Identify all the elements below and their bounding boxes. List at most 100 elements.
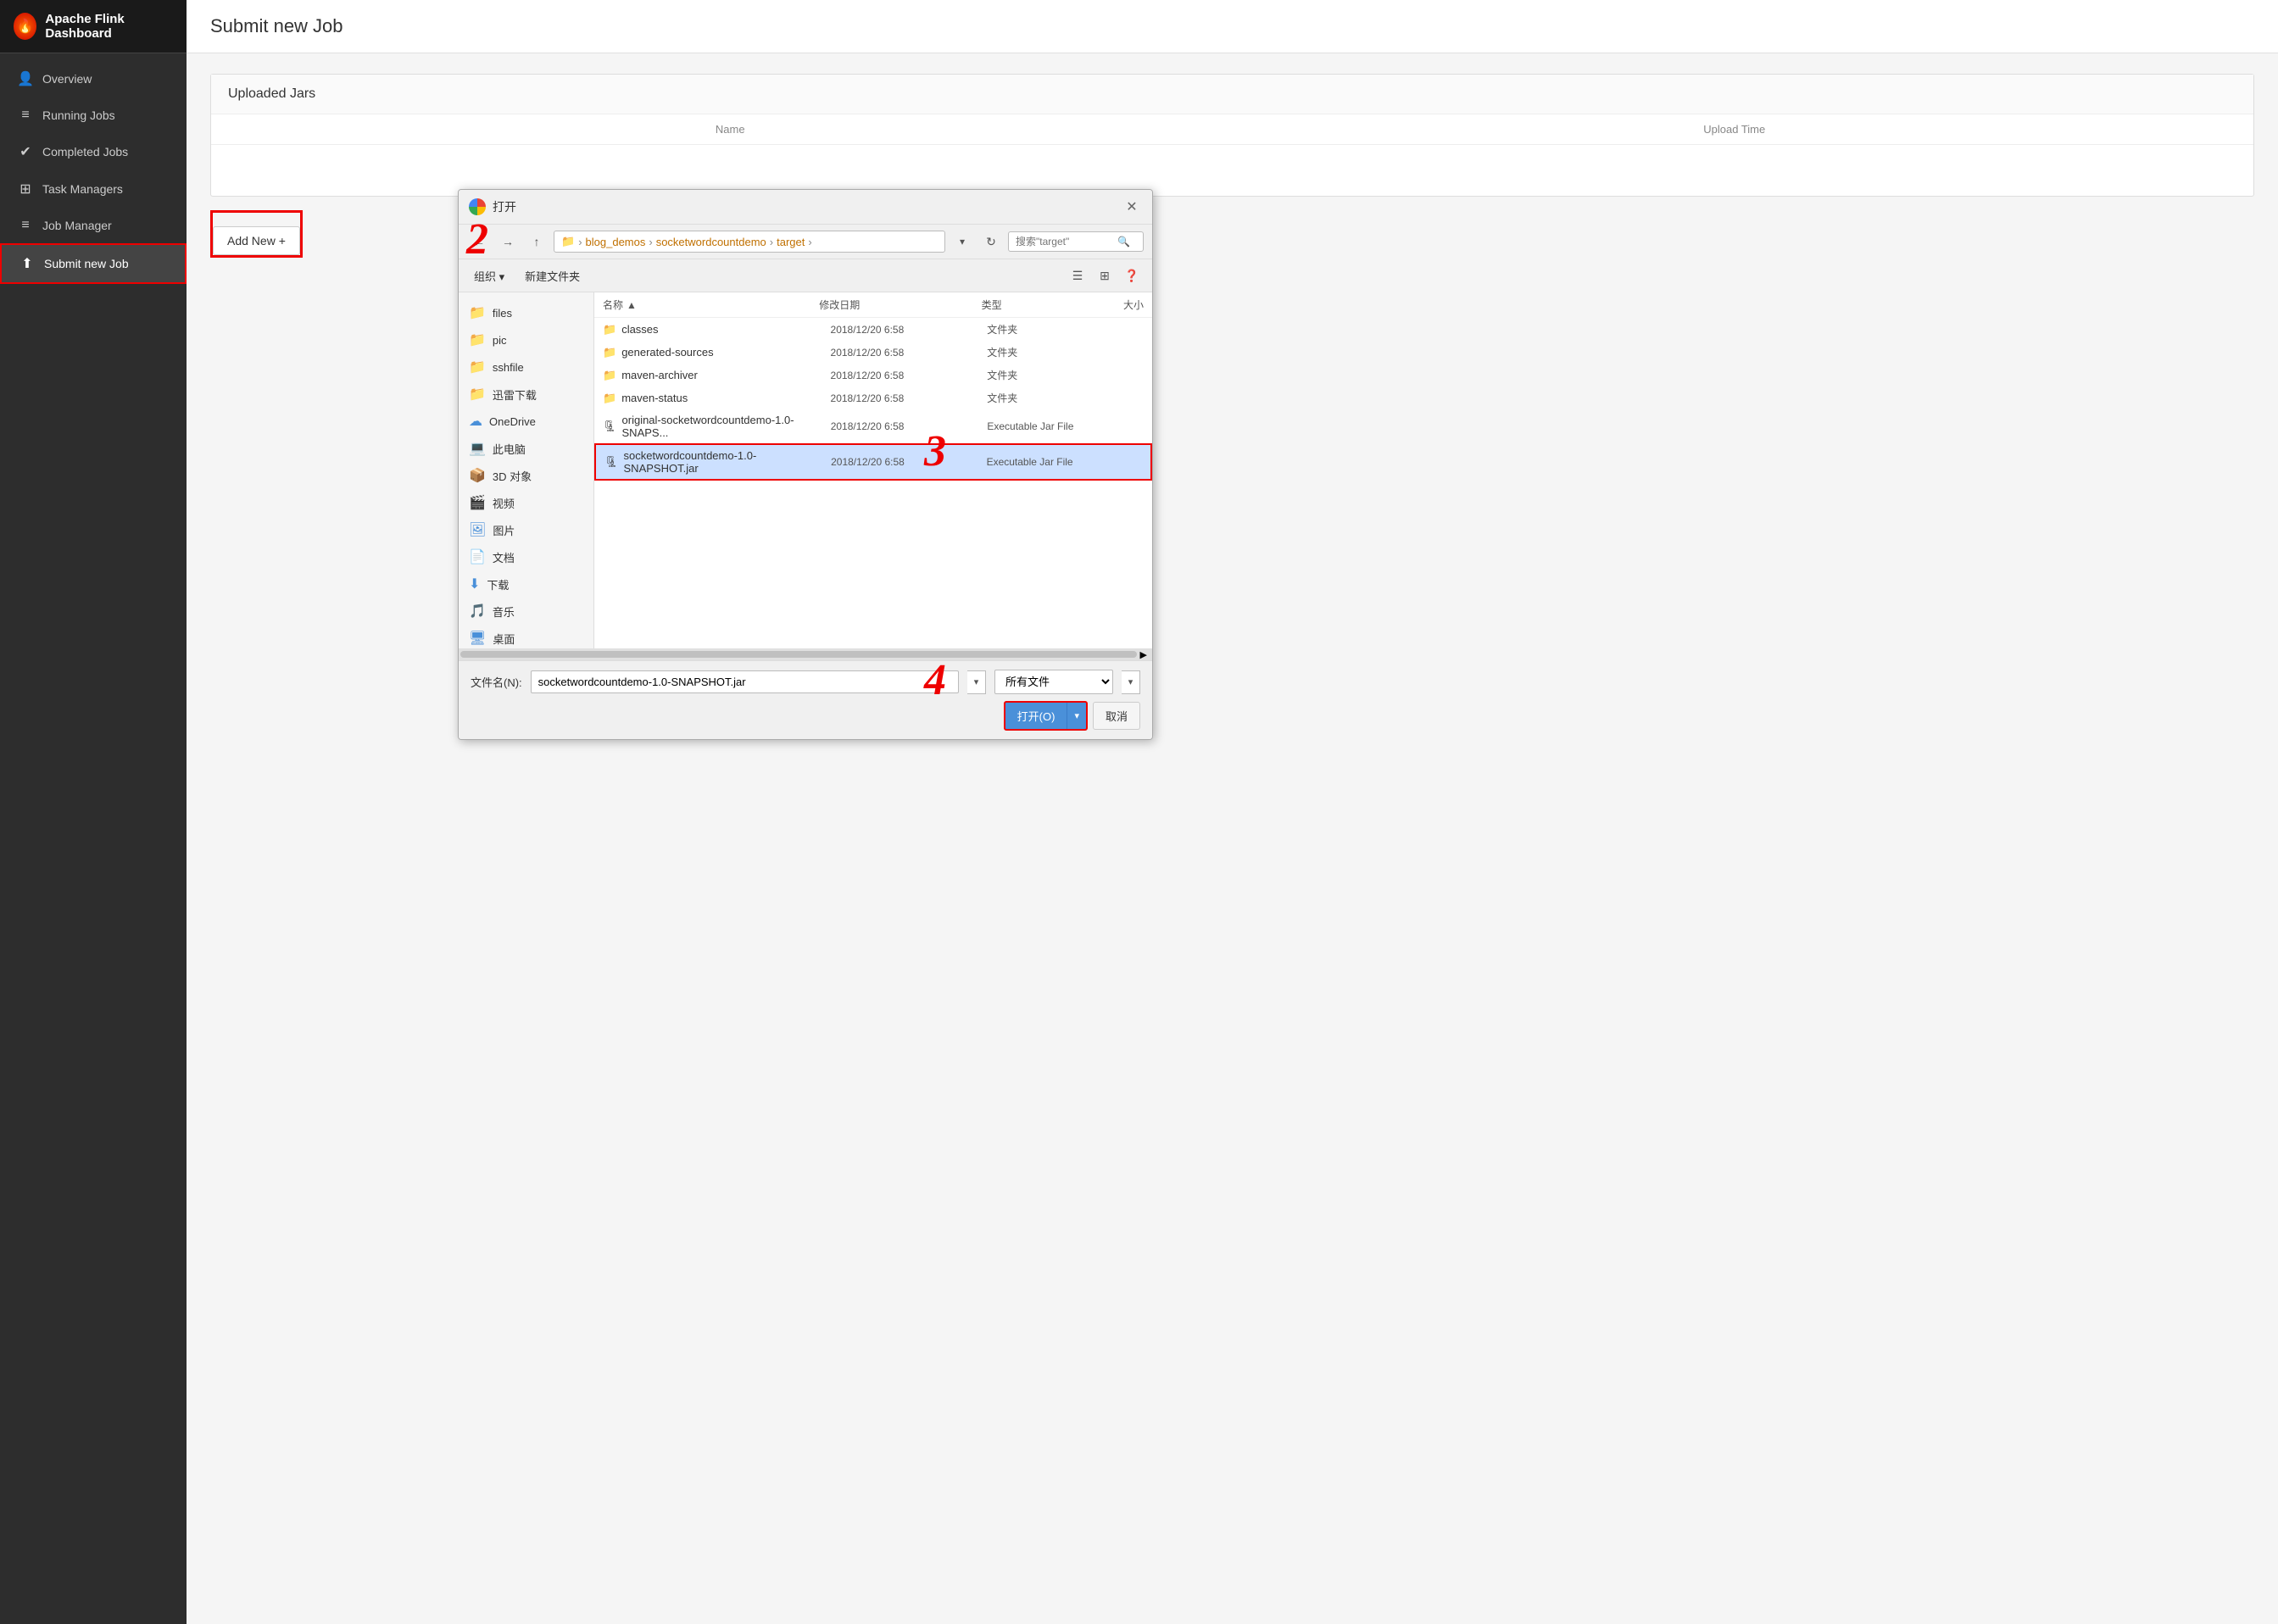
file-name-gen: generated-sources	[621, 346, 830, 359]
up-button[interactable]: ↑	[525, 230, 549, 253]
sidebar-pic2-label: 图片	[493, 522, 515, 538]
footer-action-buttons: 打开(O) ▾ 取消	[1004, 701, 1140, 731]
refresh-button[interactable]: ↻	[979, 230, 1003, 253]
sidebar-music-label: 音乐	[493, 603, 515, 620]
folder-classes-icon: 📁	[603, 323, 616, 336]
sidebar-doc[interactable]: 📄 文档	[459, 543, 593, 570]
sidebar-label-running-jobs: Running Jobs	[42, 108, 115, 122]
sidebar-pic-label: pic	[493, 334, 507, 347]
sidebar-download-label: 下载	[487, 576, 509, 592]
sidebar-nav: 👤 Overview ≡ Running Jobs ✔ Completed Jo…	[0, 53, 187, 1624]
scroll-right-btn[interactable]: ▶	[1137, 649, 1150, 660]
search-input[interactable]	[1016, 236, 1117, 247]
sidebar-pic2[interactable]: 🖼 图片	[459, 516, 593, 543]
open-button-label: 打开(O)	[1005, 703, 1068, 729]
filetype-select[interactable]: 所有文件	[994, 670, 1113, 694]
file-name-original-jar: original-socketwordcountdemo-1.0-SNAPS..…	[622, 414, 831, 439]
col-header-name[interactable]: 名称 ▲	[603, 298, 819, 312]
organize-button[interactable]: 组织 ▾	[467, 264, 511, 287]
filename-input[interactable]	[531, 670, 959, 693]
file-name-snapshot-jar: socketwordcountdemo-1.0-SNAPSHOT.jar	[624, 449, 832, 475]
folder-maven-status-icon: 📁	[603, 392, 616, 405]
file-row-maven-status[interactable]: 📁 maven-status 2018/12/20 6:58 文件夹	[594, 387, 1152, 409]
panel-body	[211, 145, 2253, 196]
sidebar-onedrive[interactable]: ☁ OneDrive	[459, 408, 593, 435]
running-jobs-icon: ≡	[17, 108, 34, 123]
dialog-footer: 文件名(N): ▾ 所有文件 ▾ 打开(O) ▾ 取消	[459, 660, 1152, 739]
sidebar-label-submit-job: Submit new Job	[44, 257, 129, 270]
dialog-title: 打开	[493, 198, 1122, 215]
sidebar-xunlei[interactable]: 📁 迅雷下载	[459, 381, 593, 408]
file-row-snapshot-jar[interactable]: 🗜 socketwordcountdemo-1.0-SNAPSHOT.jar 2…	[594, 443, 1152, 481]
folder-download-icon: ⬇	[469, 576, 480, 592]
sort-arrow: ▲	[627, 299, 637, 311]
sidebar-item-overview[interactable]: 👤 Overview	[0, 60, 187, 97]
file-row-gen-sources[interactable]: 📁 generated-sources 2018/12/20 6:58 文件夹	[594, 341, 1152, 364]
file-type-maven-archiver: 文件夹	[987, 368, 1091, 382]
app-title: Apache Flink Dashboard	[45, 12, 173, 41]
col-header-date: 修改日期	[819, 298, 981, 312]
dialog-close-button[interactable]: ✕	[1122, 197, 1142, 217]
uploaded-jars-panel: Uploaded Jars Name Upload Time	[210, 74, 2254, 197]
view-tiles-button[interactable]: ⊞	[1093, 264, 1117, 287]
chrome-icon	[469, 198, 486, 215]
sidebar-3d[interactable]: 📦 3D 对象	[459, 462, 593, 489]
view-list-button[interactable]: ☰	[1066, 264, 1089, 287]
filetype-dropdown-btn[interactable]: ▾	[1122, 670, 1140, 694]
sidebar-sshfile-label: sshfile	[493, 361, 524, 374]
sidebar-item-submit-job[interactable]: ⬆ Submit new Job	[0, 243, 187, 284]
sidebar-desktop[interactable]: 🖥 桌面	[459, 625, 593, 648]
file-row-maven-archiver[interactable]: 📁 maven-archiver 2018/12/20 6:58 文件夹	[594, 364, 1152, 387]
folder-pic2-icon: 🖼	[469, 521, 486, 538]
sidebar-label-task-managers: Task Managers	[42, 182, 123, 196]
path-part-1: blog_demos	[586, 236, 646, 248]
sidebar-sshfile[interactable]: 📁 sshfile	[459, 353, 593, 381]
open-dropdown-arrow[interactable]: ▾	[1067, 705, 1086, 726]
file-type-classes: 文件夹	[987, 322, 1091, 336]
sidebar-item-completed-jobs[interactable]: ✔ Completed Jobs	[0, 133, 187, 170]
file-date-original-jar: 2018/12/20 6:58	[831, 420, 988, 432]
sidebar-desktop-label: 桌面	[493, 631, 515, 647]
sidebar-thispc[interactable]: 💻 此电脑	[459, 435, 593, 462]
path-dropdown-button[interactable]: ▾	[950, 230, 974, 253]
dialog-toolbar: 组织 ▾ 新建文件夹 ☰ ⊞ ❓	[459, 259, 1152, 292]
help-button[interactable]: ❓	[1120, 264, 1144, 287]
sidebar-files[interactable]: 📁 files	[459, 299, 593, 326]
sidebar-item-job-manager[interactable]: ≡ Job Manager	[0, 208, 187, 243]
folder-music-icon: 🎵	[469, 603, 486, 620]
cancel-button[interactable]: 取消	[1093, 702, 1140, 730]
sidebar-music[interactable]: 🎵 音乐	[459, 598, 593, 625]
forward-button[interactable]: →	[496, 230, 520, 253]
col-header-size: 大小	[1089, 298, 1144, 312]
sidebar-download[interactable]: ⬇ 下载	[459, 570, 593, 598]
sidebar-pic[interactable]: 📁 pic	[459, 326, 593, 353]
page-title: Submit new Job	[187, 0, 2278, 53]
folder-gen-icon: 📁	[603, 346, 616, 359]
dialog-titlebar: 打开 ✕	[459, 190, 1152, 225]
file-date-maven-archiver: 2018/12/20 6:58	[831, 370, 988, 381]
file-type-gen: 文件夹	[987, 345, 1091, 359]
task-managers-icon: ⊞	[17, 181, 34, 197]
sidebar-item-task-managers[interactable]: ⊞ Task Managers	[0, 170, 187, 208]
file-row-original-jar[interactable]: 🗜 original-socketwordcountdemo-1.0-SNAPS…	[594, 409, 1152, 443]
path-part-3: target	[777, 236, 805, 248]
sidebar-label-completed-jobs: Completed Jobs	[42, 145, 128, 159]
completed-jobs-icon: ✔	[17, 143, 34, 160]
add-new-container: Add New +	[210, 210, 303, 258]
back-button[interactable]: ←	[467, 230, 491, 253]
file-row-classes[interactable]: 📁 classes 2018/12/20 6:58 文件夹	[594, 318, 1152, 341]
sidebar-video[interactable]: 🎬 视频	[459, 489, 593, 516]
filename-dropdown-btn[interactable]: ▾	[967, 670, 986, 694]
add-new-button[interactable]: Add New +	[213, 226, 300, 255]
footer-filename-row: 文件名(N): ▾ 所有文件 ▾	[471, 670, 1140, 694]
submit-job-icon: ⬆	[19, 255, 36, 272]
open-button-group[interactable]: 打开(O) ▾	[1004, 701, 1088, 731]
file-date-gen: 2018/12/20 6:58	[831, 347, 988, 359]
dialog-filelist: 名称 ▲ 修改日期 类型 大小 📁 classes 2018/12/20 6:5…	[594, 292, 1152, 648]
horizontal-scrollbar[interactable]: ▶	[459, 648, 1152, 660]
new-folder-button[interactable]: 新建文件夹	[518, 264, 587, 287]
file-name-classes: classes	[621, 323, 830, 336]
folder-maven-archiver-icon: 📁	[603, 369, 616, 382]
sidebar-item-running-jobs[interactable]: ≡ Running Jobs	[0, 97, 187, 133]
folder-ssh-icon: 📁	[469, 359, 486, 375]
